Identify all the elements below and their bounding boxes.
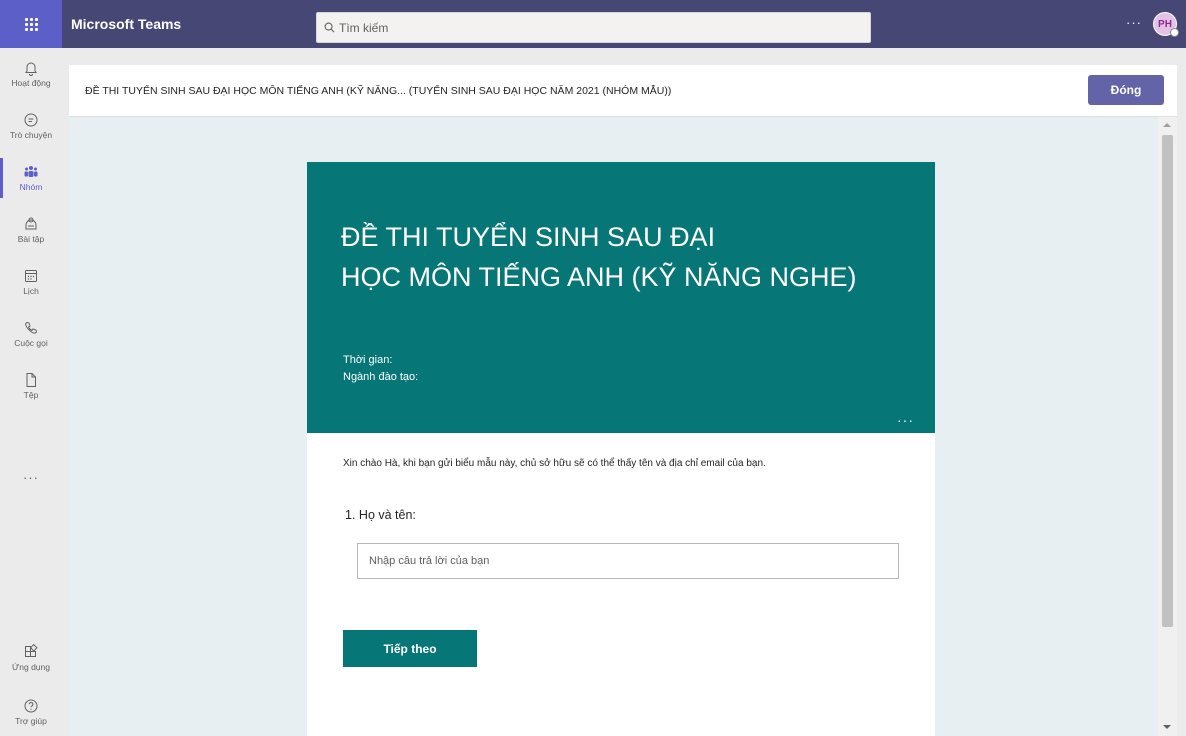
- page-title: ĐỀ THI TUYỂN SINH SAU ĐẠI HỌC MÔN TIẾNG …: [85, 85, 672, 97]
- identity-notice: Xin chào Hà, khi bạn gửi biểu mẫu này, c…: [343, 458, 766, 469]
- rail-item-label: Nhóm: [19, 182, 43, 192]
- rail-item-calendar[interactable]: Lịch: [0, 256, 62, 308]
- rail-item-files[interactable]: Tệp: [0, 360, 62, 412]
- app-title: Microsoft Teams: [71, 16, 182, 32]
- question-title: 1. Họ và tên:: [345, 508, 416, 522]
- chat-icon: [24, 113, 38, 127]
- avatar[interactable]: PH: [1153, 12, 1179, 37]
- form-banner: ĐỀ THI TUYỂN SINH SAU ĐẠI HỌC MÔN TIẾNG …: [307, 162, 935, 433]
- presence-status-icon: [1170, 28, 1179, 37]
- rail-item-label: Lịch: [23, 286, 39, 296]
- close-button[interactable]: Đóng: [1088, 75, 1164, 105]
- rail-item-calls[interactable]: Cuộc gọi: [0, 308, 62, 360]
- form-card: ĐỀ THI TUYỂN SINH SAU ĐẠI HỌC MÔN TIẾNG …: [307, 162, 935, 736]
- rail-item-apps[interactable]: Ứng dụng: [0, 632, 62, 684]
- rail-item-label: Ứng dụng: [12, 662, 50, 672]
- question-text: Họ và tên:: [358, 508, 416, 522]
- assignments-icon: [25, 217, 37, 230]
- form-description: Thời gian: Ngành đào tạo:: [343, 352, 418, 386]
- rail-more-apps-button[interactable]: ···: [0, 470, 62, 485]
- scroll-down-arrow-icon[interactable]: [1163, 725, 1171, 729]
- rail-item-label: Tệp: [23, 390, 39, 400]
- search-icon: [324, 22, 335, 33]
- app-launcher-button[interactable]: [0, 0, 62, 48]
- rail-item-chat[interactable]: Trò chuyện: [0, 100, 62, 152]
- form-title-line-2: HỌC MÔN TIẾNG ANH (KỸ NĂNG NGHE): [341, 262, 857, 292]
- search-box[interactable]: Tìm kiếm: [316, 12, 871, 43]
- tab-header: ĐỀ THI TUYỂN SINH SAU ĐẠI HỌC MÔN TIẾNG …: [69, 65, 1177, 117]
- file-icon: [26, 373, 36, 387]
- apps-icon: [25, 644, 38, 657]
- phone-icon: [25, 321, 38, 334]
- settings-more-button[interactable]: ···: [1126, 0, 1142, 48]
- avatar-initials: PH: [1158, 18, 1172, 30]
- search-placeholder: Tìm kiếm: [339, 20, 389, 35]
- time-label: Thời gian:: [343, 354, 393, 366]
- rail-item-assignments[interactable]: Bài tập: [0, 204, 62, 256]
- waffle-icon: [24, 17, 38, 31]
- name-answer-input[interactable]: [357, 543, 899, 579]
- bell-icon: [25, 62, 37, 76]
- rail-item-help[interactable]: Trợ giúp: [0, 686, 62, 736]
- teams-icon: [24, 166, 38, 177]
- rail-item-label: Trợ giúp: [15, 716, 47, 726]
- title-bar: Microsoft Teams Tìm kiếm ··· PH: [0, 0, 1186, 48]
- help-icon: [24, 699, 38, 713]
- form-title-line-1: ĐỀ THI TUYỂN SINH SAU ĐẠI: [341, 222, 716, 252]
- program-label: Ngành đào tạo:: [343, 371, 419, 383]
- rail-item-label: Trò chuyện: [9, 130, 53, 140]
- scroll-up-arrow-icon[interactable]: [1163, 123, 1171, 127]
- rail-item-teams[interactable]: Nhóm: [0, 152, 62, 204]
- app-rail: Hoạt động Trò chuyện Nhóm Bài tập Lịch C…: [0, 48, 62, 736]
- form-title: ĐỀ THI TUYỂN SINH SAU ĐẠI HỌC MÔN TIẾNG …: [341, 217, 857, 297]
- rail-item-label: Hoạt động: [11, 78, 51, 88]
- scrollbar-thumb[interactable]: [1162, 135, 1173, 627]
- calendar-icon: [25, 270, 37, 282]
- vertical-scrollbar[interactable]: [1158, 117, 1177, 736]
- form-more-options-button[interactable]: ···: [897, 412, 914, 428]
- rail-item-label: Cuộc gọi: [14, 338, 48, 348]
- rail-item-label: Bài tập: [17, 234, 45, 244]
- question-number: 1.: [345, 508, 356, 522]
- form-viewer: ĐỀ THI TUYỂN SINH SAU ĐẠI HỌC MÔN TIẾNG …: [69, 117, 1177, 736]
- rail-item-activity[interactable]: Hoạt động: [0, 48, 62, 100]
- next-button[interactable]: Tiếp theo: [343, 630, 477, 667]
